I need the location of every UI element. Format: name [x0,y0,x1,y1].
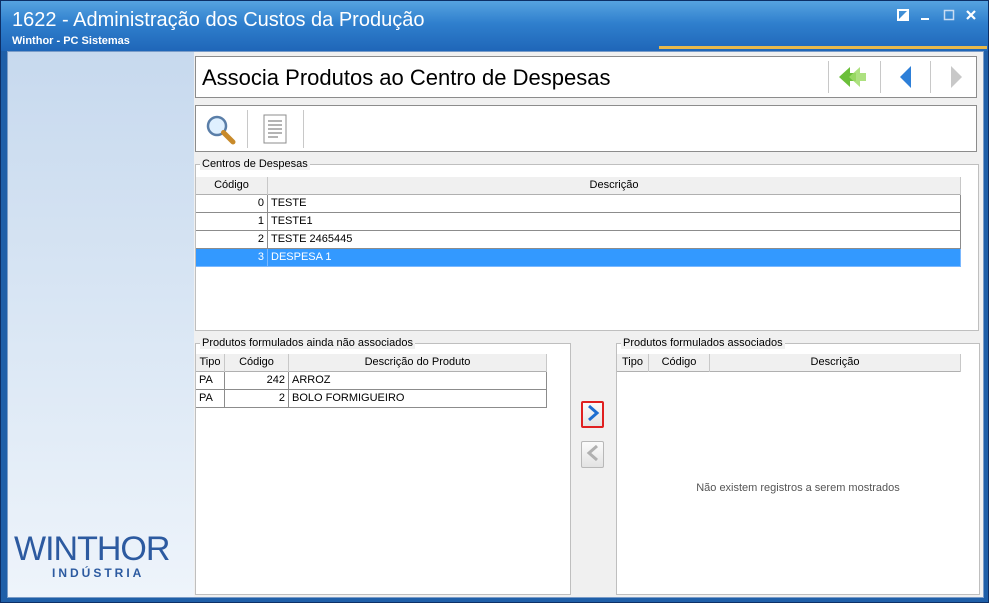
column-header-codigo[interactable]: Código [649,354,710,372]
cell-codigo: 2 [225,390,289,408]
sidebar: WINTHOR INDÚSTRIA [8,52,194,597]
centros-group-label: Centros de Despesas [200,158,310,170]
window-title: 1622 - Administração dos Custos da Produ… [12,9,425,31]
table-row[interactable]: 2 TESTE 2465445 [196,231,961,249]
table-row[interactable]: 0 TESTE [196,195,961,213]
column-header-tipo[interactable]: Tipo [617,354,649,372]
nav-separator [828,61,829,93]
client-area: WINTHOR INDÚSTRIA Associa Produtos ao Ce… [7,51,984,598]
nav-separator [930,61,931,93]
nao-associados-group: Produtos formulados ainda não associados… [195,337,571,595]
window-subtitle: Winthor - PC Sistemas [12,35,130,47]
cell-descricao: ARROZ [289,372,547,390]
cell-codigo: 0 [196,195,268,213]
cell-descricao: TESTE [268,195,961,213]
page-title: Associa Produtos ao Centro de Despesas [202,65,611,90]
cell-descricao: BOLO FORMIGUEIRO [289,390,547,408]
nao-associados-group-label: Produtos formulados ainda não associados [200,337,415,349]
empty-message: Não existem registros a serem mostrados [696,482,900,494]
app-window: 1622 - Administração dos Custos da Produ… [0,0,989,603]
toolbar-separator [303,110,304,148]
centros-group: Centros de Despesas Código Descrição 0 T… [195,158,979,331]
table-row[interactable]: 1 TESTE1 [196,213,961,231]
previous-icon[interactable] [886,60,926,94]
cell-codigo: 1 [196,213,268,231]
nav-separator [880,61,881,93]
cell-descricao: DESPESA 1 [268,249,961,267]
column-header-codigo[interactable]: Código [225,354,289,372]
table-row[interactable]: PA 2 BOLO FORMIGUEIRO [196,390,547,408]
toolbar [195,105,977,152]
column-header-descricao-produto[interactable]: Descrição do Produto [289,354,547,372]
column-header-descricao[interactable]: Descrição [710,354,961,372]
associados-group: Produtos formulados associados Tipo Códi… [616,337,980,595]
back-double-icon[interactable] [832,60,872,94]
cell-codigo: 2 [196,231,268,249]
column-header-tipo[interactable]: Tipo [196,354,225,372]
associados-grid-header: Tipo Código Descrição [617,354,961,372]
chevron-right-icon [586,404,600,425]
column-header-descricao[interactable]: Descrição [268,177,961,195]
minimize-icon[interactable] [917,9,933,25]
cell-codigo: 3 [196,249,268,267]
next-icon[interactable] [936,60,976,94]
title-bar[interactable]: 1622 - Administração dos Custos da Produ… [1,1,988,51]
winthor-logo: WINTHOR INDÚSTRIA [12,530,192,580]
nao-associados-grid-header: Tipo Código Descrição do Produto [196,354,547,372]
table-row-selected[interactable]: 3 DESPESA 1 [196,249,961,267]
search-icon[interactable] [202,111,238,147]
report-icon[interactable] [257,111,293,147]
associados-group-label: Produtos formulados associados [621,337,785,349]
close-icon[interactable] [963,9,979,25]
add-product-button[interactable] [581,401,604,428]
restore-icon[interactable] [895,9,911,25]
title-accent-line [659,46,987,49]
chevron-left-icon [586,444,600,465]
header-panel: Associa Produtos ao Centro de Despesas [195,56,977,98]
logo-sub-text: INDÚSTRIA [52,566,145,580]
cell-tipo: PA [196,390,225,408]
toolbar-separator [247,110,248,148]
cell-codigo: 242 [225,372,289,390]
logo-main-text: WINTHOR [14,530,170,568]
centros-grid-header: Código Descrição [196,177,961,195]
column-header-codigo[interactable]: Código [196,177,268,195]
cell-tipo: PA [196,372,225,390]
maximize-icon[interactable] [941,9,957,25]
remove-product-button[interactable] [581,441,604,468]
table-row[interactable]: PA 242 ARROZ [196,372,547,390]
cell-descricao: TESTE1 [268,213,961,231]
cell-descricao: TESTE 2465445 [268,231,961,249]
